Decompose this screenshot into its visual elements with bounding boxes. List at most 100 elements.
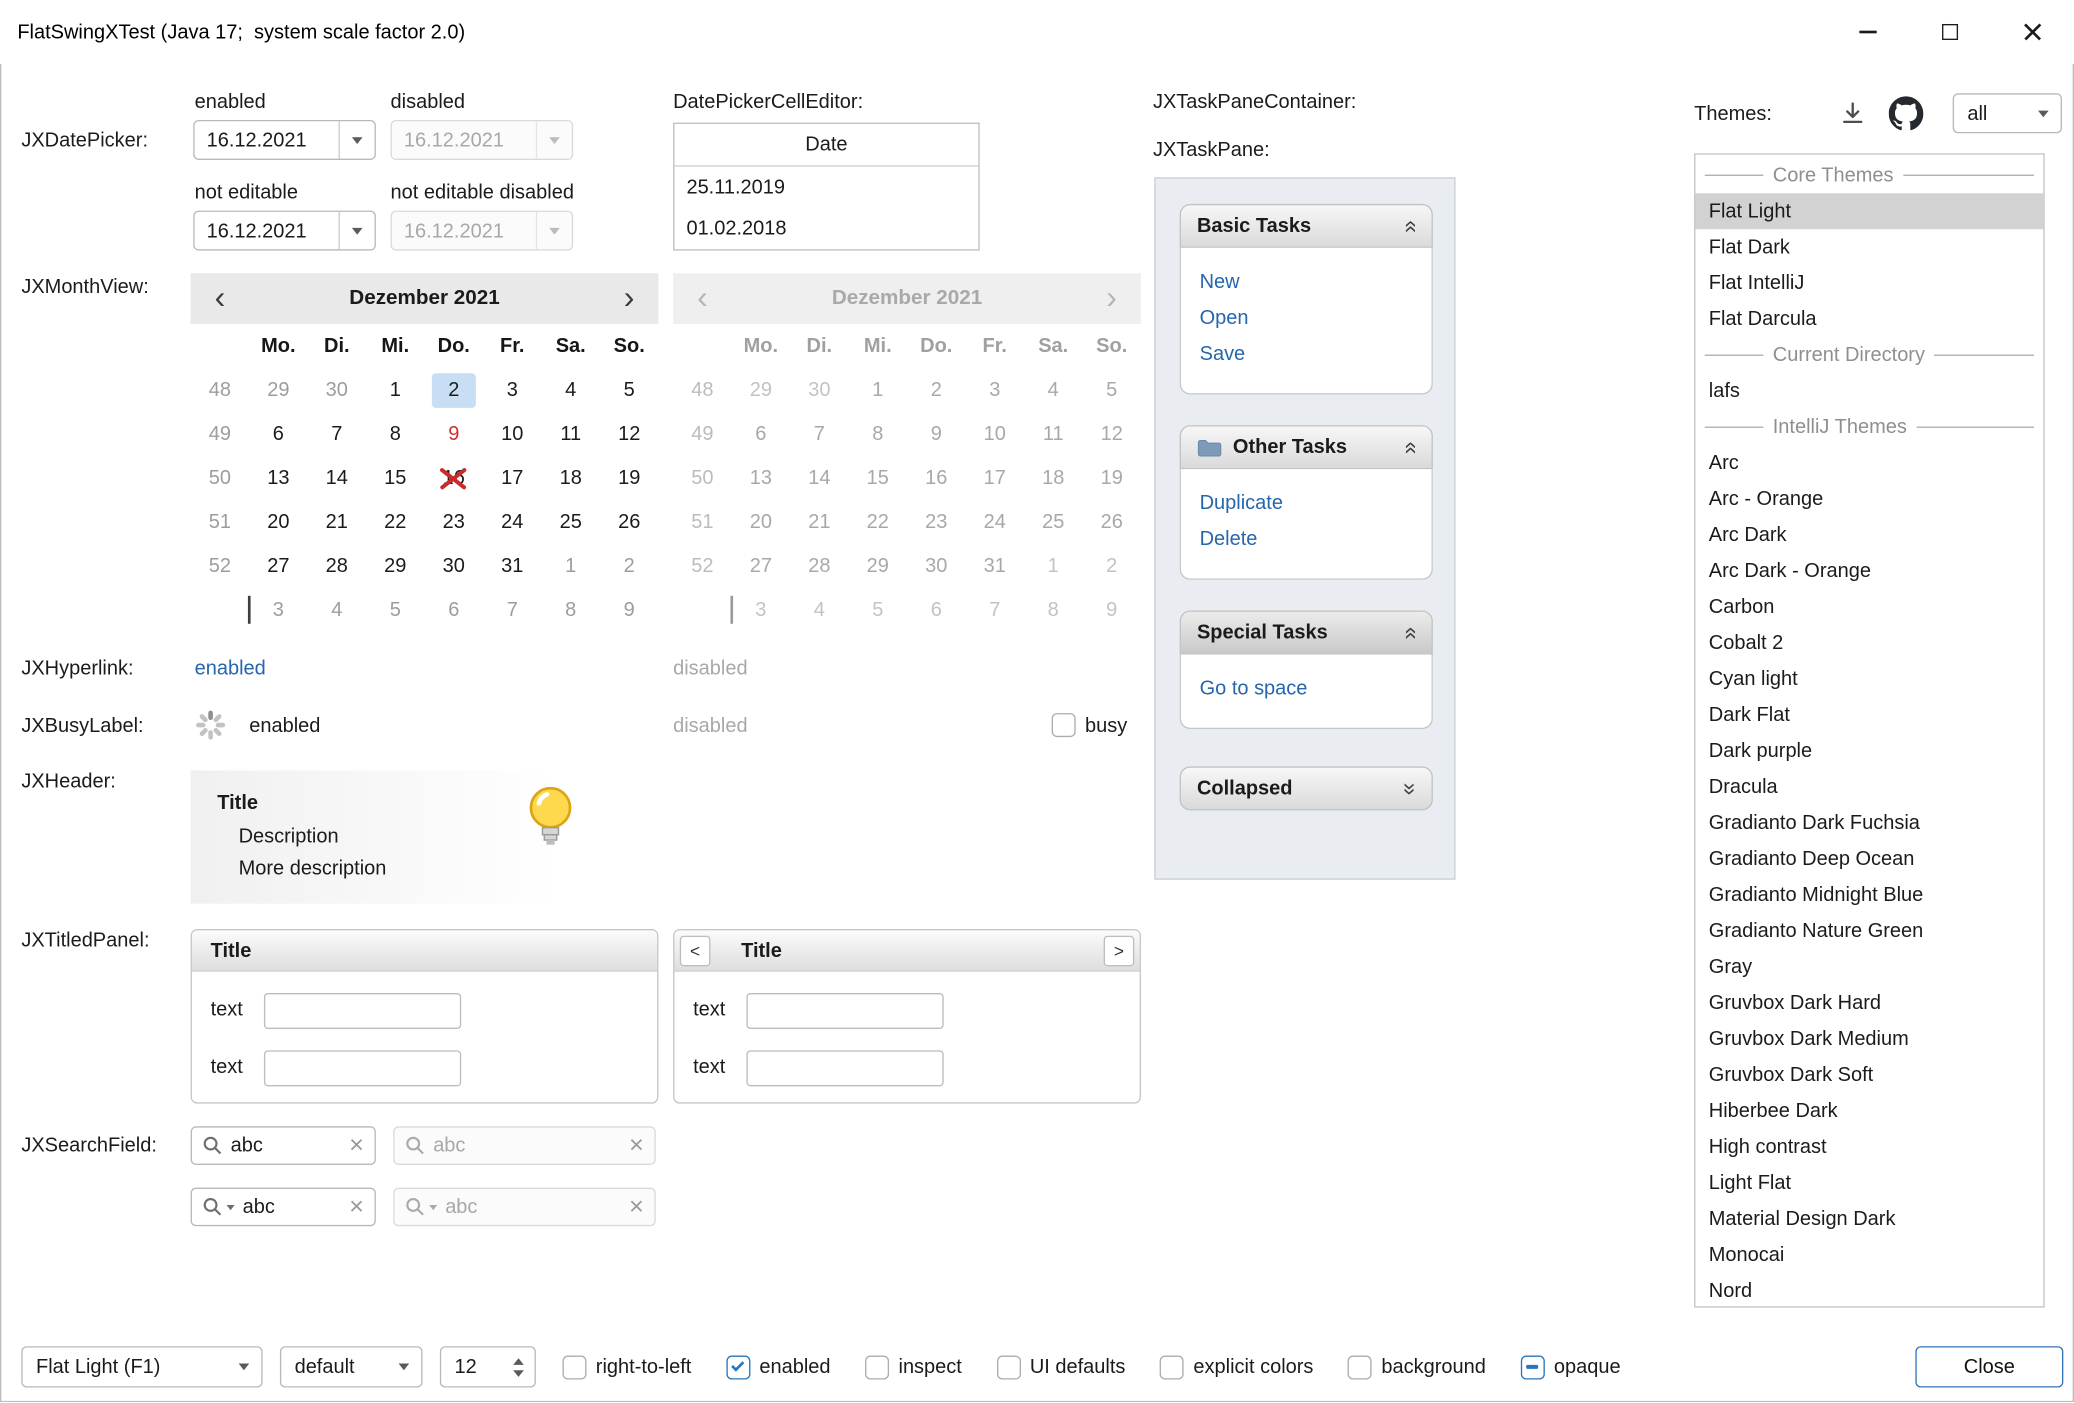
- calendar-day[interactable]: 26: [600, 500, 658, 544]
- prev-month-button[interactable]: ‹: [191, 275, 250, 323]
- hyperlink-enabled[interactable]: enabled: [195, 657, 266, 680]
- calendar-day[interactable]: 14: [308, 456, 366, 500]
- calendar-day[interactable]: 12: [600, 412, 658, 456]
- calendar-day[interactable]: 30: [308, 368, 366, 412]
- theme-item-light-flat[interactable]: Light Flat: [1695, 1165, 2043, 1201]
- table-row[interactable]: 25.11.2019: [674, 167, 978, 208]
- theme-item-cobalt-2[interactable]: Cobalt 2: [1695, 625, 2043, 661]
- checkbox-ui-defaults[interactable]: UI defaults: [997, 1355, 1126, 1379]
- theme-item-high-contrast[interactable]: High contrast: [1695, 1129, 2043, 1165]
- text-input[interactable]: [746, 1050, 943, 1086]
- theme-item-dracula[interactable]: Dracula: [1695, 769, 2043, 805]
- theme-item-flat-dark[interactable]: Flat Dark: [1695, 229, 2043, 265]
- text-input[interactable]: [264, 993, 461, 1029]
- clear-icon[interactable]: ×: [349, 1194, 364, 1219]
- calendar-day[interactable]: 3: [483, 368, 541, 412]
- calendar-day[interactable]: 17: [483, 456, 541, 500]
- taskpane-link-new[interactable]: New: [1200, 264, 1413, 300]
- theme-item-arc[interactable]: Arc: [1695, 445, 2043, 481]
- close-dialog-button[interactable]: Close: [1915, 1346, 2063, 1387]
- github-button[interactable]: [1886, 93, 1925, 132]
- calendar-day[interactable]: 2: [425, 368, 483, 412]
- theme-item-dark-purple[interactable]: Dark purple: [1695, 733, 2043, 769]
- checkbox-explicit-colors[interactable]: explicit colors: [1160, 1355, 1313, 1379]
- calendar-day[interactable]: 4: [541, 368, 599, 412]
- calendar-day[interactable]: 6: [249, 412, 307, 456]
- checkbox-busy[interactable]: busy: [1052, 713, 1128, 737]
- calendar-day[interactable]: 8: [541, 588, 599, 632]
- theme-item-flat-intellij[interactable]: Flat IntelliJ: [1695, 265, 2043, 301]
- clear-icon[interactable]: ×: [349, 1133, 364, 1158]
- calendar-day[interactable]: 3: [249, 588, 307, 632]
- calendar-day[interactable]: 20: [249, 500, 307, 544]
- calendar-day[interactable]: 7: [308, 412, 366, 456]
- calendar-day[interactable]: 31: [483, 544, 541, 588]
- calendar-day[interactable]: 22: [366, 500, 424, 544]
- next-month-button[interactable]: ›: [600, 275, 659, 323]
- theme-item-gradianto-midnight-blue[interactable]: Gradianto Midnight Blue: [1695, 877, 2043, 913]
- calendar-day[interactable]: 30: [425, 544, 483, 588]
- calendar-day[interactable]: 10: [483, 412, 541, 456]
- datepicker-value[interactable]: 16.12.2021: [195, 129, 339, 152]
- window-maximize-button[interactable]: [1909, 0, 1992, 64]
- text-input[interactable]: [264, 1050, 461, 1086]
- datepicker-dropdown-button[interactable]: [339, 121, 375, 158]
- theme-item-carbon[interactable]: Carbon: [1695, 589, 2043, 625]
- theme-item-nord[interactable]: Nord: [1695, 1273, 2043, 1308]
- theme-item-monocai[interactable]: Monocai: [1695, 1237, 2043, 1273]
- calendar-day[interactable]: 8: [366, 412, 424, 456]
- calendar-day[interactable]: 11: [541, 412, 599, 456]
- checkbox-opaque[interactable]: opaque: [1521, 1355, 1621, 1379]
- datepicker-dropdown-button[interactable]: [339, 212, 375, 249]
- checkbox-enabled[interactable]: enabled: [726, 1355, 830, 1379]
- calendar-day[interactable]: 19: [600, 456, 658, 500]
- calendar-day[interactable]: 5: [600, 368, 658, 412]
- theme-item-dark-flat[interactable]: Dark Flat: [1695, 697, 2043, 733]
- taskpane-header-special-tasks[interactable]: Special Tasks»: [1180, 610, 1433, 654]
- calendar-day[interactable]: 1: [541, 544, 599, 588]
- taskpane-header-other-tasks[interactable]: Other Tasks»: [1180, 425, 1433, 469]
- theme-item-flat-light[interactable]: Flat Light: [1695, 193, 2043, 229]
- theme-item-arc-orange[interactable]: Arc - Orange: [1695, 481, 2043, 517]
- calendar-day[interactable]: 5: [366, 588, 424, 632]
- table-column-header[interactable]: Date: [674, 124, 978, 167]
- calendar-day[interactable]: 24: [483, 500, 541, 544]
- calendar-day[interactable]: 21: [308, 500, 366, 544]
- checkbox-inspect[interactable]: inspect: [865, 1355, 962, 1379]
- calendar-day[interactable]: 29: [366, 544, 424, 588]
- taskpane-link-go-to-space[interactable]: Go to space: [1200, 670, 1413, 706]
- font-size-spinner[interactable]: 12: [440, 1346, 536, 1387]
- theme-item-material-design-dark[interactable]: Material Design Dark: [1695, 1201, 2043, 1237]
- theme-item-gruvbox-dark-soft[interactable]: Gruvbox Dark Soft: [1695, 1057, 2043, 1093]
- search-input[interactable]: [243, 1196, 341, 1219]
- window-minimize-button[interactable]: [1826, 0, 1909, 64]
- calendar-day[interactable]: 27: [249, 544, 307, 588]
- theme-item-gradianto-nature-green[interactable]: Gradianto Nature Green: [1695, 913, 2043, 949]
- taskpane-link-duplicate[interactable]: Duplicate: [1200, 485, 1413, 521]
- calendar-day[interactable]: 6: [425, 588, 483, 632]
- taskpane-link-save[interactable]: Save: [1200, 336, 1413, 372]
- calendar-day[interactable]: 1: [366, 368, 424, 412]
- text-input[interactable]: [746, 993, 943, 1029]
- datepicker-enabled[interactable]: 16.12.2021: [193, 120, 376, 160]
- theme-combobox[interactable]: Flat Light (F1): [21, 1346, 262, 1387]
- taskpane-header-collapsed[interactable]: Collapsed»: [1180, 766, 1433, 810]
- window-close-button[interactable]: [1991, 0, 2074, 64]
- theme-item-hiberbee-dark[interactable]: Hiberbee Dark: [1695, 1093, 2043, 1129]
- download-themes-button[interactable]: [1835, 96, 1870, 131]
- calendar-day[interactable]: 18: [541, 456, 599, 500]
- theme-item-gruvbox-dark-medium[interactable]: Gruvbox Dark Medium: [1695, 1021, 2043, 1057]
- checkbox-background[interactable]: background: [1348, 1355, 1486, 1379]
- theme-item-gruvbox-dark-hard[interactable]: Gruvbox Dark Hard: [1695, 985, 2043, 1021]
- calendar-day[interactable]: 15: [366, 456, 424, 500]
- theme-item-gradianto-dark-fuchsia[interactable]: Gradianto Dark Fuchsia: [1695, 805, 2043, 841]
- themes-filter-combobox[interactable]: all: [1953, 93, 2062, 133]
- calendar-day[interactable]: 23: [425, 500, 483, 544]
- theme-item-arc-dark[interactable]: Arc Dark: [1695, 517, 2043, 553]
- calendar-day[interactable]: 9: [600, 588, 658, 632]
- datepicker-not-editable[interactable]: 16.12.2021: [193, 211, 376, 251]
- calendar-day[interactable]: 2: [600, 544, 658, 588]
- spinner-down-button[interactable]: [513, 1370, 524, 1377]
- calendar-day[interactable]: 29: [249, 368, 307, 412]
- titledpanel-next-button[interactable]: >: [1104, 935, 1135, 966]
